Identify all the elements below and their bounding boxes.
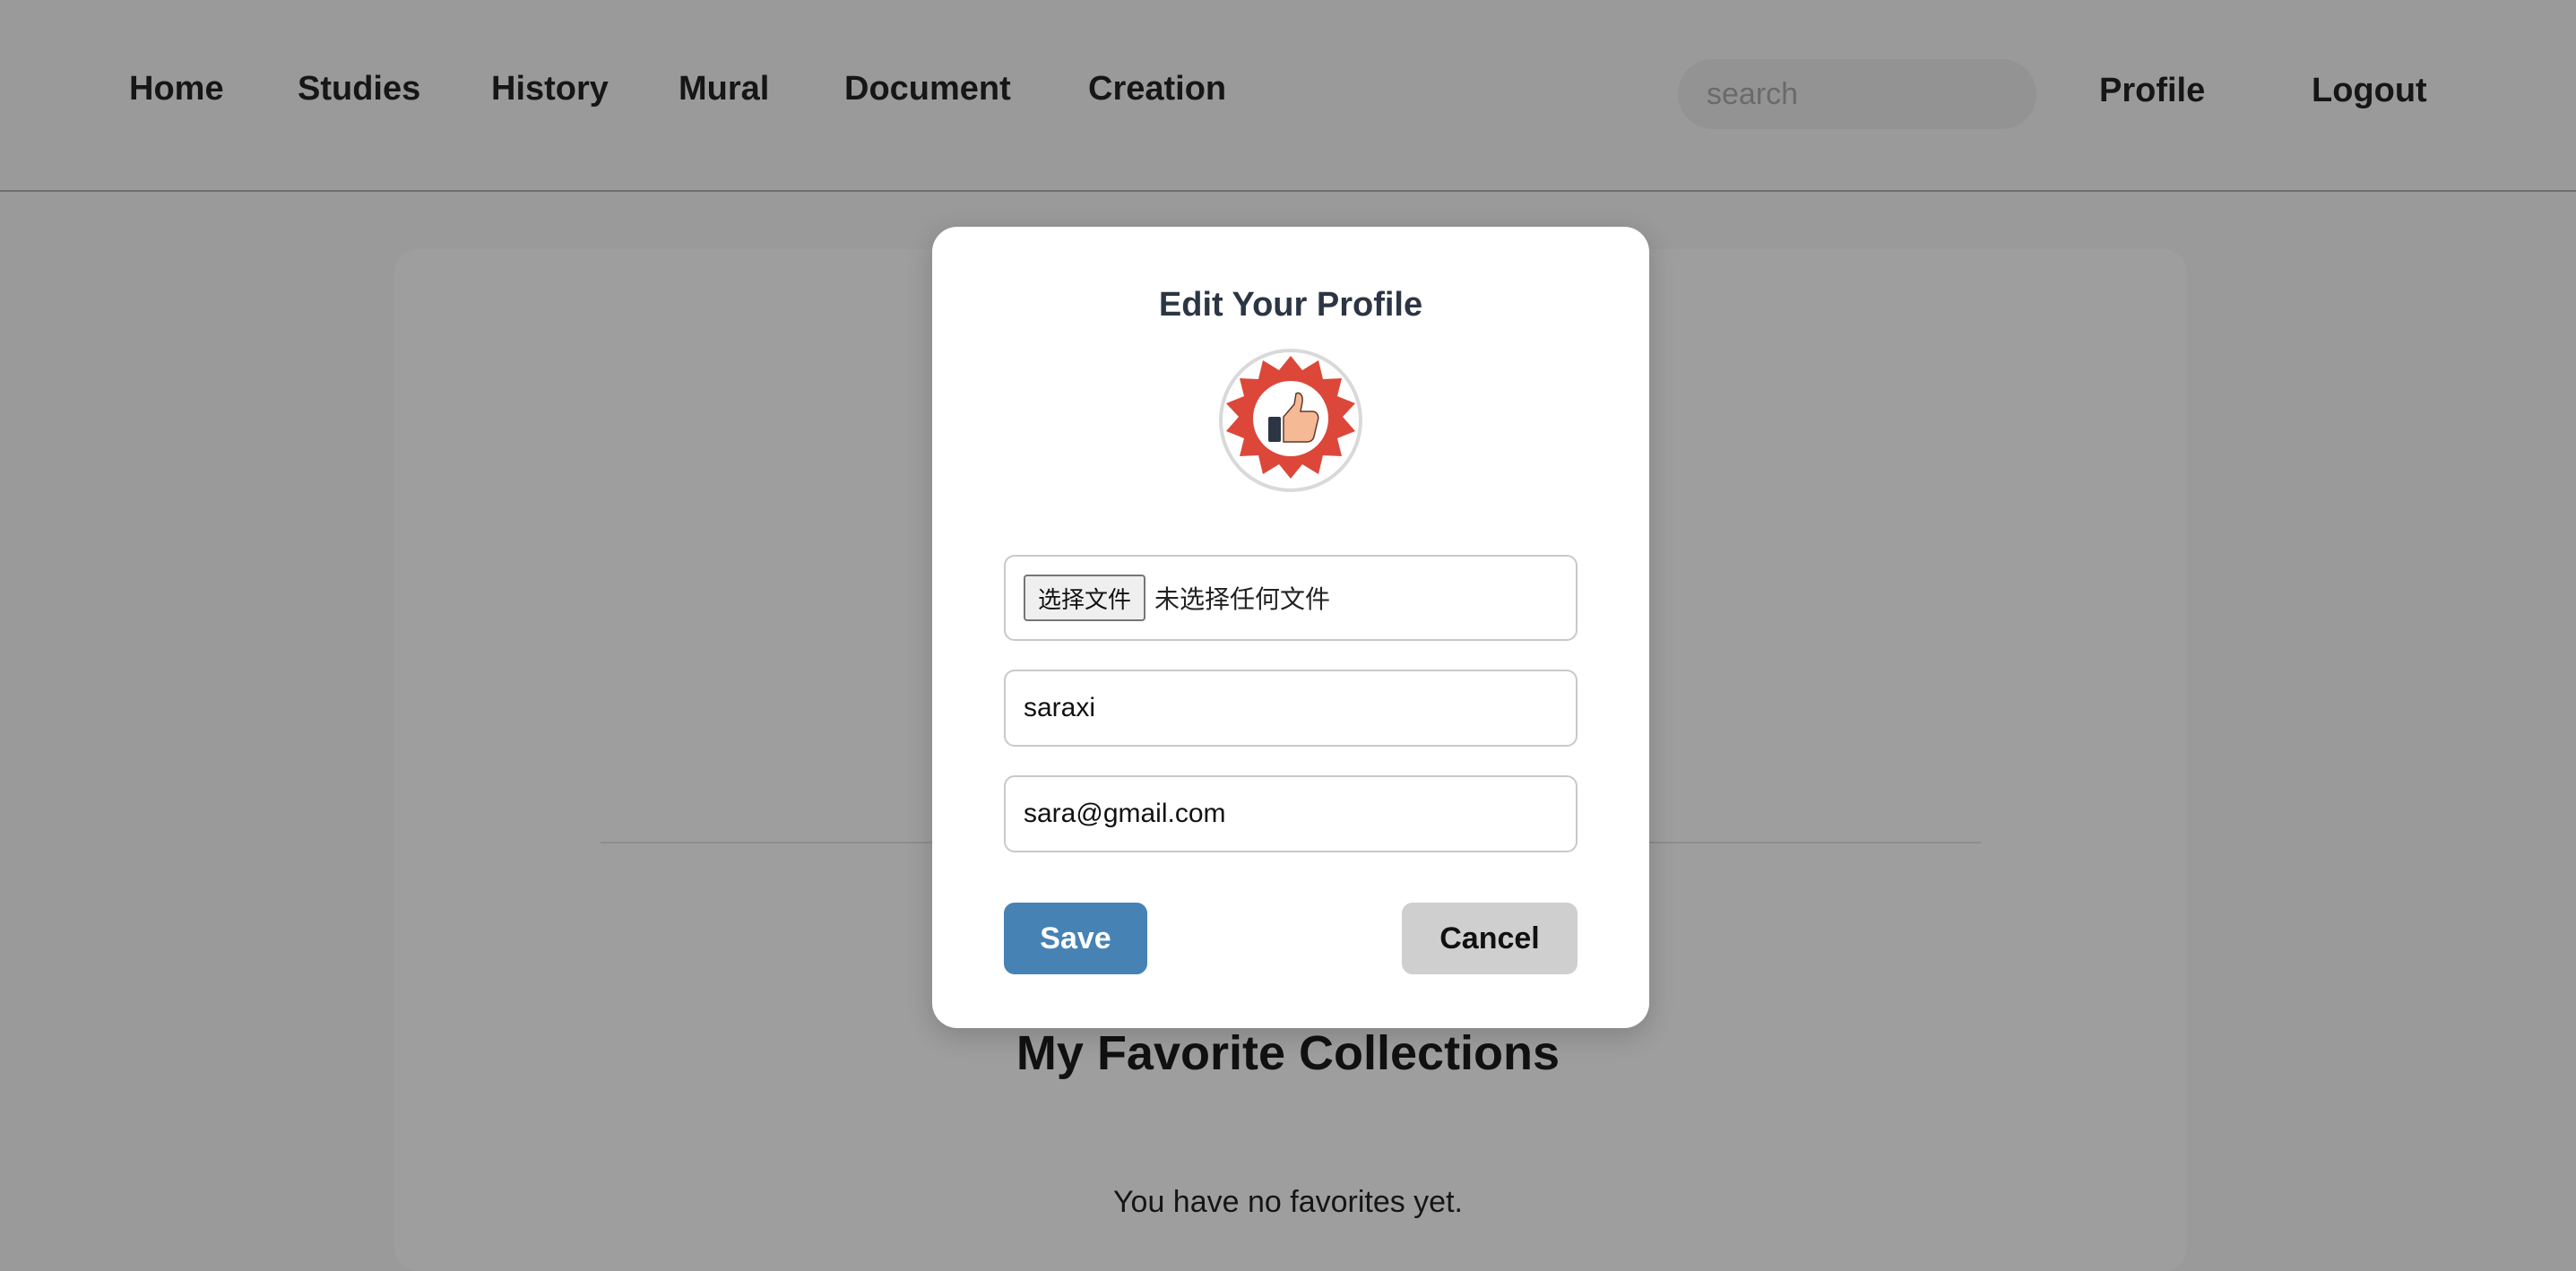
favorites-heading: My Favorite Collections bbox=[1016, 1026, 1560, 1080]
logout-button[interactable]: Logout bbox=[2312, 72, 2427, 110]
username-field[interactable]: saraxi bbox=[1004, 670, 1578, 747]
top-navbar: Home Studies History Mural Document Crea… bbox=[0, 0, 2576, 192]
nav-creation[interactable]: Creation bbox=[1088, 70, 1226, 108]
email-field[interactable]: sara@gmail.com bbox=[1004, 775, 1578, 852]
cancel-button[interactable]: Cancel bbox=[1402, 903, 1578, 974]
nav-profile[interactable]: Profile bbox=[2099, 72, 2205, 110]
nav-home[interactable]: Home bbox=[129, 70, 224, 108]
nav-document[interactable]: Document bbox=[844, 70, 1011, 108]
favorites-empty-message: You have no favorites yet. bbox=[1112, 1185, 1463, 1219]
modal-title: Edit Your Profile bbox=[1158, 286, 1423, 324]
edit-profile-modal: Edit Your Profile 选择文件 未选择任何文件 saraxi sa… bbox=[932, 227, 1649, 1028]
username-value: saraxi bbox=[1024, 693, 1096, 722]
file-status-text: 未选择任何文件 bbox=[1154, 584, 1331, 614]
nav-history[interactable]: History bbox=[491, 70, 609, 108]
choose-file-button[interactable]: 选择文件 bbox=[1024, 575, 1146, 621]
save-button[interactable]: Save bbox=[1004, 903, 1147, 974]
avatar-file-input: 选择文件 未选择任何文件 bbox=[1004, 555, 1578, 641]
nav-mural[interactable]: Mural bbox=[679, 70, 769, 108]
avatar bbox=[1219, 349, 1362, 492]
email-value: sara@gmail.com bbox=[1024, 799, 1226, 828]
thumbs-up-badge-icon bbox=[1226, 356, 1355, 479]
nav-studies[interactable]: Studies bbox=[298, 70, 420, 108]
search-placeholder: search bbox=[1707, 76, 1799, 111]
search-input[interactable]: search bbox=[1678, 59, 2036, 129]
